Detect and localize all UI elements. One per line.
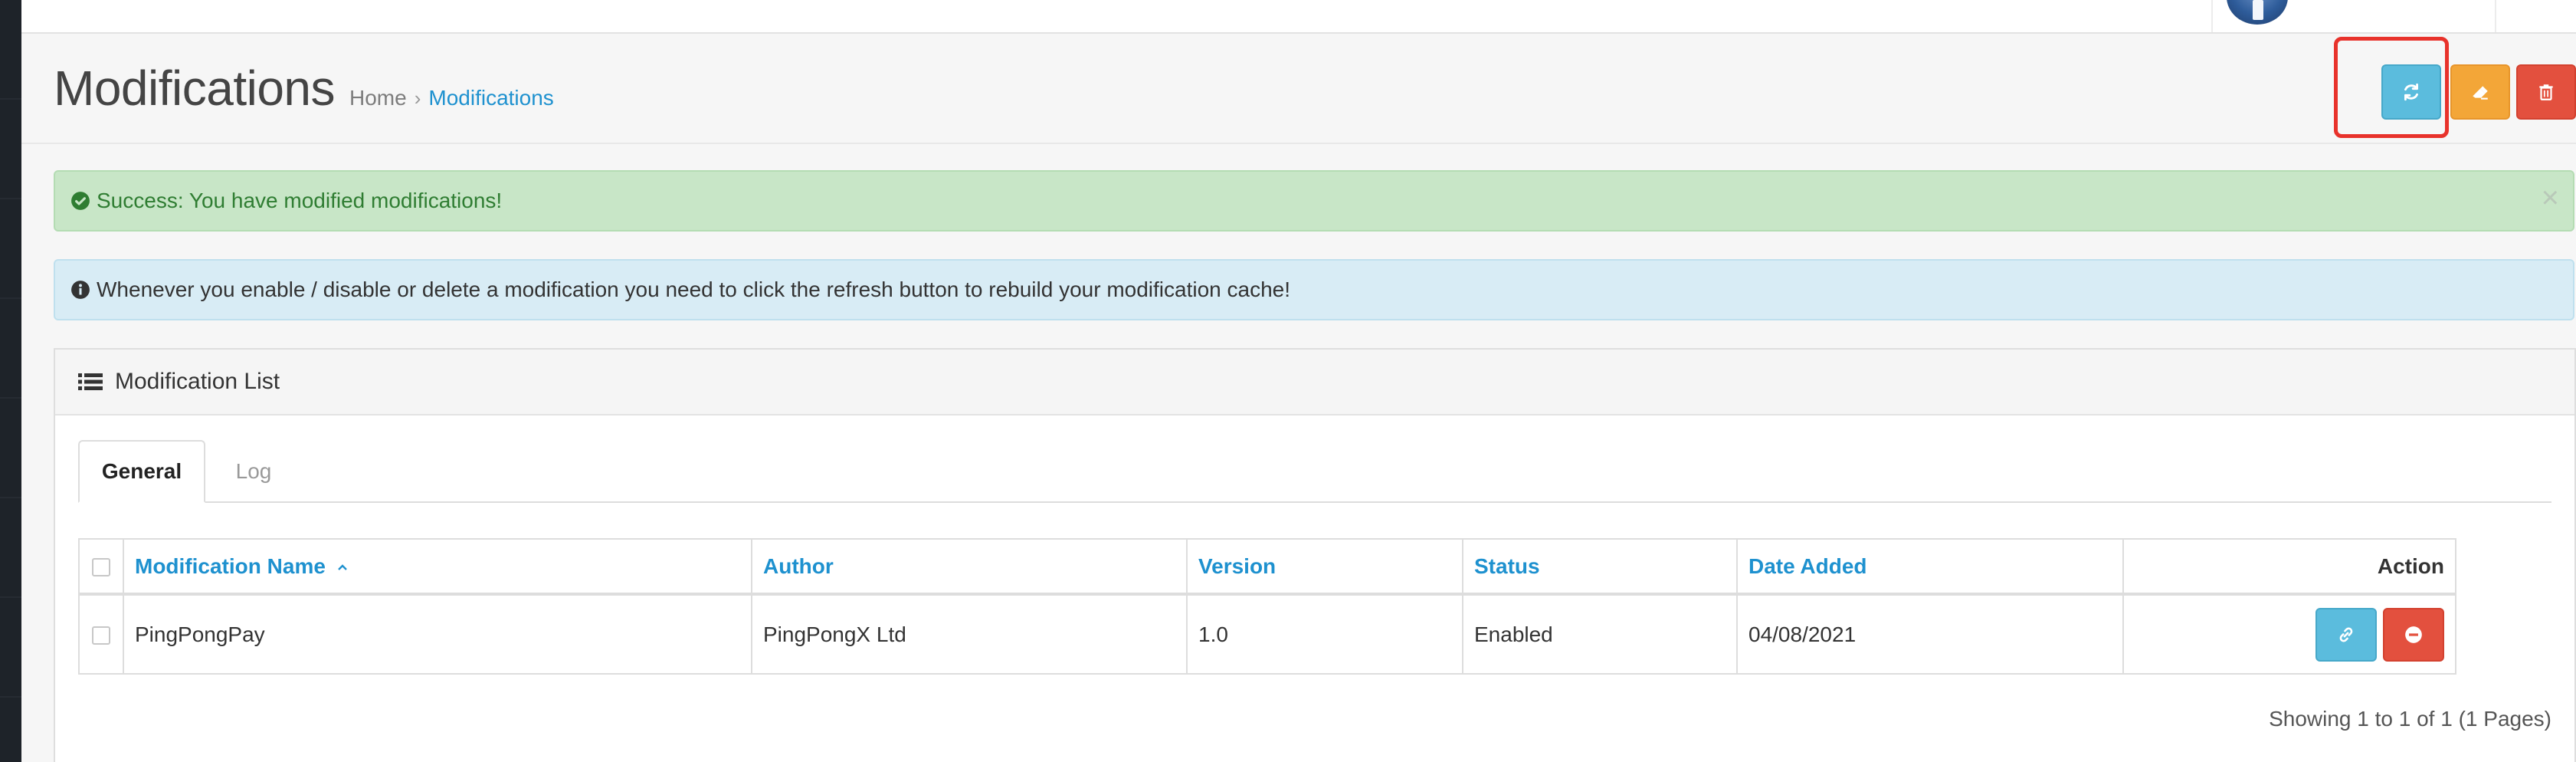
close-icon[interactable]: × bbox=[2542, 182, 2559, 213]
cell-version: 1.0 bbox=[1186, 593, 1463, 675]
refresh-icon bbox=[2404, 83, 2418, 101]
info-alert-text: Whenever you enable / disable or delete … bbox=[97, 278, 1291, 301]
column-header-name[interactable]: Modification Name bbox=[123, 538, 752, 596]
link-icon bbox=[2339, 627, 2353, 642]
cell-status: Enabled bbox=[1462, 593, 1738, 675]
check-circle-icon bbox=[70, 191, 90, 211]
top-header bbox=[21, 0, 2576, 34]
delete-button[interactable] bbox=[2516, 64, 2576, 120]
column-header-version[interactable]: Version bbox=[1186, 538, 1463, 596]
success-alert: Success: You have modified modifications… bbox=[54, 170, 2574, 232]
column-header-author[interactable]: Author bbox=[751, 538, 1188, 596]
minus-circle-icon bbox=[2405, 626, 2422, 643]
refresh-button[interactable] bbox=[2381, 64, 2441, 120]
success-alert-text: Success: You have modified modifications… bbox=[97, 189, 503, 212]
breadcrumb: Home › Modifications bbox=[349, 86, 554, 110]
page-title: Modifications bbox=[54, 61, 336, 116]
header-divider bbox=[2495, 0, 2496, 32]
clear-log-button[interactable] bbox=[2450, 64, 2510, 120]
modification-list-panel: Modification List General Log Modificati… bbox=[54, 348, 2576, 762]
tab-general[interactable]: General bbox=[78, 440, 205, 503]
select-all-checkbox[interactable] bbox=[92, 558, 110, 577]
table-row: PingPongPay PingPongX Ltd 1.0 Enabled 04… bbox=[78, 593, 2456, 675]
trash-icon bbox=[2539, 84, 2553, 100]
caret-up-icon bbox=[337, 564, 347, 570]
eraser-icon bbox=[2473, 86, 2488, 100]
table-header-row: Modification Name Author Version Status … bbox=[78, 538, 2456, 596]
modification-table: Modification Name Author Version Status … bbox=[78, 538, 2456, 675]
tab-log[interactable]: Log bbox=[205, 440, 302, 503]
pagination-info: Showing 1 to 1 of 1 (1 Pages) bbox=[2269, 707, 2551, 731]
column-header-action: Action bbox=[2122, 538, 2456, 596]
header-divider bbox=[2211, 0, 2213, 32]
page-header: Modifications Home › Modifications bbox=[21, 34, 2576, 144]
tabs: General Log bbox=[78, 440, 2551, 503]
row-select-cell bbox=[78, 593, 124, 675]
column-header-date-added[interactable]: Date Added bbox=[1736, 538, 2124, 596]
breadcrumb-home[interactable]: Home bbox=[349, 86, 407, 110]
link-button[interactable] bbox=[2315, 607, 2377, 662]
breadcrumb-modifications[interactable]: Modifications bbox=[428, 86, 553, 110]
cell-author: PingPongX Ltd bbox=[751, 593, 1188, 675]
column-header-name-label: Modification Name bbox=[135, 553, 326, 578]
cell-name: PingPongPay bbox=[123, 593, 752, 675]
sidebar bbox=[0, 0, 21, 762]
select-all-cell bbox=[78, 538, 124, 596]
info-alert: Whenever you enable / disable or delete … bbox=[54, 259, 2574, 320]
panel-title: Modification List bbox=[115, 369, 280, 394]
row-checkbox[interactable] bbox=[92, 626, 110, 645]
list-icon bbox=[78, 372, 103, 392]
breadcrumb-separator-icon: › bbox=[414, 86, 421, 110]
cell-action bbox=[2122, 593, 2456, 675]
column-header-status[interactable]: Status bbox=[1462, 538, 1738, 596]
disable-button[interactable] bbox=[2383, 607, 2444, 662]
cell-date-added: 04/08/2021 bbox=[1736, 593, 2124, 675]
panel-heading: Modification List bbox=[55, 350, 2574, 415]
info-circle-icon bbox=[70, 280, 90, 300]
